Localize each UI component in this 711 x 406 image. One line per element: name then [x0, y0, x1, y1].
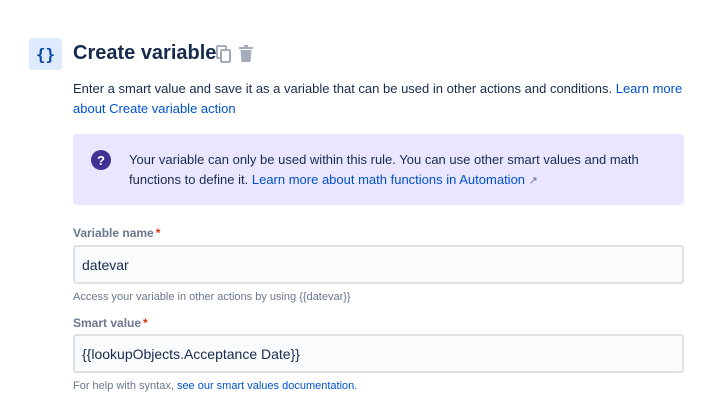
- variable-name-input[interactable]: datevar: [73, 245, 684, 284]
- copy-icon[interactable]: [216, 45, 232, 68]
- variable-name-help: Access your variable in other actions by…: [73, 291, 351, 303]
- question-icon: ?: [91, 150, 111, 170]
- description: Enter a smart value and save it as a var…: [73, 79, 693, 119]
- external-link-icon: ↗: [528, 175, 538, 187]
- variable-name-label: Variable name *: [73, 226, 161, 240]
- math-functions-link-label: Learn more about math functions in Autom…: [251, 172, 526, 187]
- smart-value-label: Smart value *: [73, 316, 148, 330]
- page-title: Create variable: [73, 42, 217, 64]
- smart-value-help: For help with syntax, see our smart valu…: [73, 380, 358, 392]
- variable-braces-icon: {}: [29, 38, 62, 70]
- trash-icon[interactable]: [238, 45, 254, 68]
- smart-value-input[interactable]: {{lookupObjects.Acceptance Date}}: [73, 334, 684, 373]
- smart-values-docs-link[interactable]: see our smart values documentation.: [177, 380, 357, 392]
- info-panel: ? Your variable can only be used within …: [73, 134, 684, 205]
- math-functions-link[interactable]: Learn more about math functions in Autom…: [252, 172, 538, 187]
- description-text: Enter a smart value and save it as a var…: [73, 81, 616, 96]
